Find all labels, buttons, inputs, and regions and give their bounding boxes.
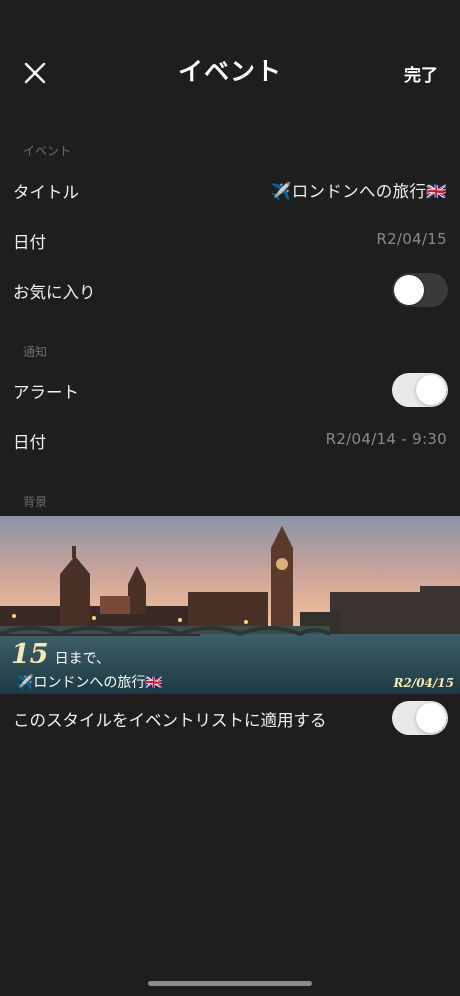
date-label: 日付 <box>13 233 46 252</box>
toggle-knob <box>394 275 424 305</box>
title-label: タイトル <box>13 183 79 202</box>
navigation-bar: イベント 完了 <box>0 0 460 130</box>
notification-date-label: 日付 <box>13 433 46 452</box>
countdown-days: 15 <box>11 639 49 670</box>
favorite-row: お気に入り <box>0 269 460 313</box>
background-section-header: 背景 <box>23 495 48 509</box>
notification-date-row[interactable]: 日付 R2/04/14 - 9:30 <box>0 419 460 463</box>
date-row[interactable]: 日付 R2/04/15 <box>0 219 460 263</box>
countdown-suffix: 日まで、 <box>54 651 111 667</box>
alert-label: アラート <box>13 383 79 402</box>
background-image[interactable]: 15 日まで、 ✈️ロンドンへの旅行🇬🇧 R2/04/15 <box>0 516 460 694</box>
favorite-toggle[interactable] <box>392 273 448 307</box>
notification-date-value: R2/04/14 - 9:30 <box>325 430 447 448</box>
alert-row: アラート <box>0 369 460 413</box>
done-button[interactable]: 完了 <box>404 61 438 86</box>
home-indicator <box>148 981 312 986</box>
apply-style-toggle[interactable] <box>392 701 448 735</box>
countdown-overlay: 15 日まで、 <box>11 639 110 670</box>
toggle-knob <box>416 375 446 405</box>
title-value: ✈️ロンドンへの旅行🇬🇧 <box>270 182 447 201</box>
title-row[interactable]: タイトル ✈️ロンドンへの旅行🇬🇧 <box>0 169 460 213</box>
toggle-knob <box>416 703 446 733</box>
close-button[interactable] <box>20 58 50 88</box>
page-title: イベント <box>177 57 282 86</box>
alert-toggle[interactable] <box>392 373 448 407</box>
favorite-label: お気に入り <box>13 283 96 302</box>
apply-style-row: このスタイルをイベントリストに適用する <box>0 697 460 741</box>
notification-section-header: 通知 <box>23 345 48 359</box>
overlay-event-title: ✈️ロンドンへの旅行🇬🇧 <box>16 675 163 691</box>
overlay-event-date: R2/04/15 <box>393 676 455 690</box>
date-value: R2/04/15 <box>376 230 447 248</box>
event-section-header: イベント <box>23 144 72 158</box>
apply-style-label: このスタイルをイベントリストに適用する <box>13 711 327 730</box>
close-icon <box>24 62 46 84</box>
